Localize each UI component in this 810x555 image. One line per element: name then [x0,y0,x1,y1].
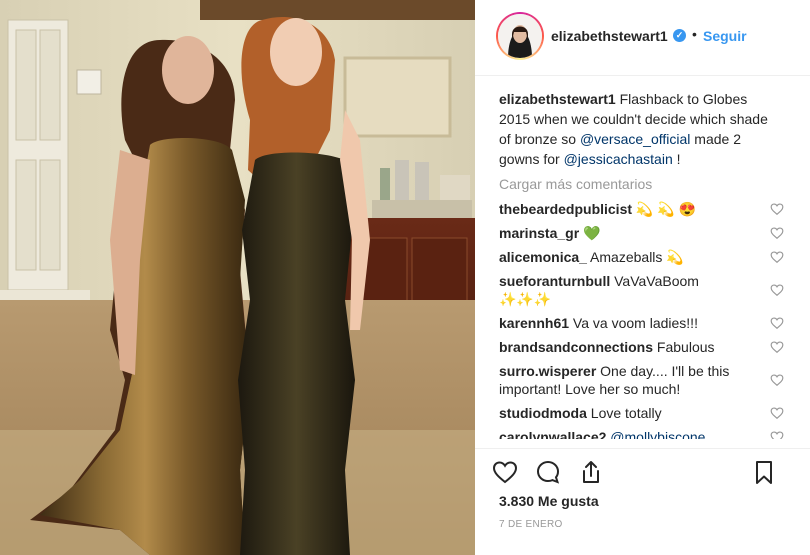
comment-like-heart-icon[interactable] [770,430,784,439]
comment-row: studiodmoda Love totally [499,401,786,425]
comment-username[interactable]: sueforanturnbull [499,273,610,289]
bookmark-icon[interactable] [750,458,778,486]
comment-like-heart-icon[interactable] [770,250,784,264]
comment-icon[interactable] [534,458,562,486]
comment-row: surro.wisperer One day.... I'll be this … [499,359,786,401]
follow-button[interactable]: Seguir [703,28,747,44]
comment-like-heart-icon[interactable] [770,316,784,330]
comment-text: Va va voom ladies!!! [569,315,698,331]
post-caption: elizabethstewart1 Flashback to Globes 20… [499,89,769,169]
comment-text: Amazeballs 💫 [586,249,684,265]
like-count[interactable]: 3.830 Me gusta [499,493,599,509]
comment-row: alicemonica_ Amazeballs 💫 [499,245,786,269]
caption-text: ! [672,151,681,167]
share-icon[interactable] [577,458,605,486]
comment-row: sueforanturnbull VaVaVaBoom ✨✨✨ [499,269,786,311]
comment-like-heart-icon[interactable] [770,373,784,387]
post-image [0,0,475,555]
comment-username[interactable]: thebeardedpublicist [499,201,632,217]
avatar-image [498,14,542,58]
caption-mention-versace[interactable]: @versace_official [580,131,690,147]
comment-like-heart-icon[interactable] [770,283,784,297]
comment-row: thebeardedpublicist 💫 💫 😍 [499,197,786,221]
verified-badge-icon: ✓ [673,29,686,42]
post-photo[interactable] [0,0,475,555]
comment-like-heart-icon[interactable] [770,406,784,420]
comment-text: 💫 💫 😍 [632,201,696,217]
comment-username[interactable]: carolynwallace2 [499,429,606,439]
load-more-comments-button[interactable]: Cargar más comentarios [499,176,786,192]
comment-text: 💚 [579,225,601,241]
avatar[interactable] [496,12,544,60]
comment-list: thebeardedpublicist 💫 💫 😍 marinsta_gr 💚 … [499,197,786,439]
comment-like-heart-icon[interactable] [770,226,784,240]
comment-text: Fabulous [653,339,715,355]
heart-icon[interactable] [491,458,519,486]
comment-like-heart-icon[interactable] [770,340,784,354]
comments-section[interactable]: elizabethstewart1 Flashback to Globes 20… [475,77,810,439]
comment-row: karennh61 Va va voom ladies!!! [499,311,786,335]
caption-username[interactable]: elizabethstewart1 [499,91,616,107]
comment-username[interactable]: marinsta_gr [499,225,579,241]
post-header: elizabethstewart1 ✓ • Seguir [475,0,810,76]
comment-username[interactable]: surro.wisperer [499,363,596,379]
post-actions-bar [475,448,810,493]
header-separator: • [692,26,697,42]
comment-row: carolynwallace2 @mollybiscone [499,425,786,439]
comment-like-heart-icon[interactable] [770,202,784,216]
comment-row: brandsandconnections Fabulous [499,335,786,359]
post-author-username[interactable]: elizabethstewart1 [551,28,668,44]
comment-text: Love totally [586,405,662,421]
caption-mention-jessica[interactable]: @jessicachastain [564,151,673,167]
comment-row: marinsta_gr 💚 [499,221,786,245]
comment-username[interactable]: karennh61 [499,315,569,331]
comment-username[interactable]: alicemonica_ [499,249,587,265]
post-date[interactable]: 7 DE ENERO [499,519,563,530]
post-side-panel: elizabethstewart1 ✓ • Seguir elizabethst… [475,0,810,555]
comment-username[interactable]: brandsandconnections [499,339,653,355]
comment-username[interactable]: studiodmoda [499,405,587,421]
comment-mention[interactable]: @mollybiscone [610,429,705,439]
